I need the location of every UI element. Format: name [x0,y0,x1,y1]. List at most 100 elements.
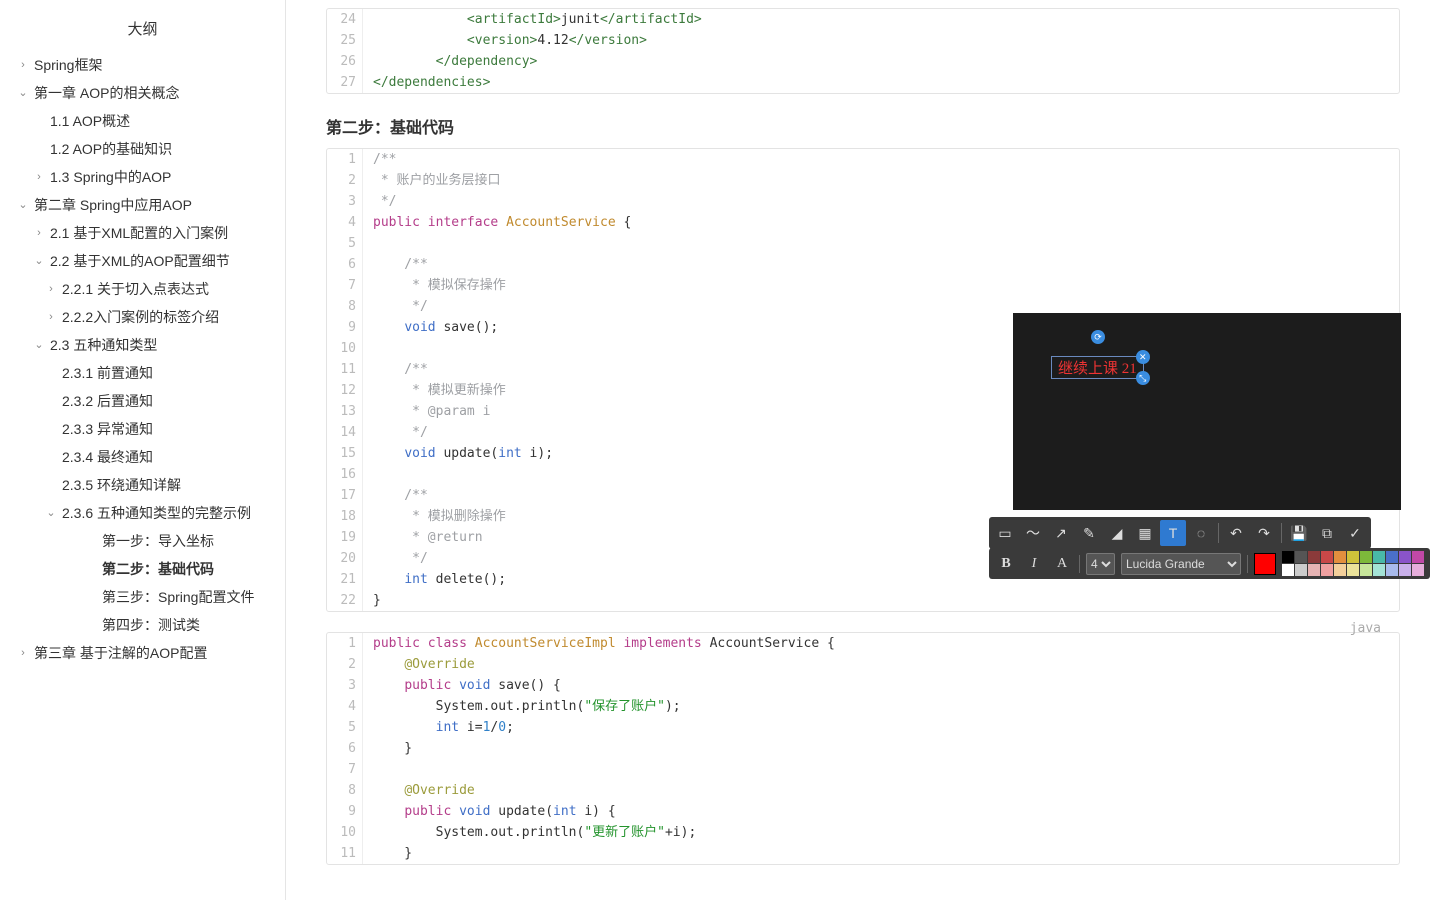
annotation-toolbar: ▭ 〜 ↗ ✎ ◢ ▦ T ◌ ↶ ↷ 💾 ⧉ ✓ [989,517,1371,549]
code-line: } [363,738,1399,759]
save-icon[interactable]: 💾 [1286,520,1312,546]
line-number: 8 [327,296,363,317]
code-line: /** [363,254,1399,275]
color-swatch[interactable] [1321,564,1333,576]
annotation-overlay[interactable]: ⟳ 继续上课 21 ✕ ⤡ [1013,313,1401,510]
color-swatch[interactable] [1386,564,1398,576]
undo-icon[interactable]: ↶ [1223,520,1249,546]
code-line: /** [363,149,1399,170]
chevron-right-icon[interactable]: › [46,303,56,331]
tool-rect-icon[interactable]: ▭ [992,520,1018,546]
sidebar-item-label: 第四步：测试类 [102,611,200,639]
chevron-down-icon[interactable]: ⌄ [18,79,28,107]
color-swatch[interactable] [1282,551,1294,563]
tool-text-icon[interactable]: T [1160,520,1186,546]
color-swatch[interactable] [1412,564,1424,576]
copy-icon[interactable]: ⧉ [1314,520,1340,546]
sidebar-item-label: 2.2.2入门案例的标签介绍 [62,303,219,331]
chevron-down-icon[interactable]: ⌄ [34,247,44,275]
color-swatch[interactable] [1399,564,1411,576]
sidebar-item[interactable]: ⌄2.3.6 五种通知类型的完整示例 [0,499,285,527]
confirm-icon[interactable]: ✓ [1342,520,1368,546]
color-swatch[interactable] [1295,551,1307,563]
code-line: System.out.println("更新了账户"+i); [363,822,1399,843]
sidebar-item[interactable]: ›2.2.2入门案例的标签介绍 [0,303,285,331]
sidebar-item[interactable]: 1.1 AOP概述 [0,107,285,135]
annotation-textbox[interactable]: 继续上课 21 ✕ ⤡ [1051,356,1144,379]
sidebar-item[interactable]: 2.3.3 异常通知 [0,415,285,443]
chevron-right-icon[interactable]: › [46,275,56,303]
close-icon[interactable]: ✕ [1136,350,1150,364]
sidebar-item-label: 第二章 Spring中应用AOP [34,191,192,219]
sidebar-item[interactable]: 2.3.5 环绕通知详解 [0,471,285,499]
color-swatch[interactable] [1308,564,1320,576]
color-swatch[interactable] [1412,551,1424,563]
sidebar-item-label: 1.3 Spring中的AOP [50,163,171,191]
sidebar-item[interactable]: 第一步：导入坐标 [0,527,285,555]
tool-highlighter-icon[interactable]: ◢ [1104,520,1130,546]
redo-icon[interactable]: ↷ [1251,520,1277,546]
sidebar-item[interactable]: ›1.3 Spring中的AOP [0,163,285,191]
color-swatch[interactable] [1334,551,1346,563]
font-style-button[interactable]: A [1051,553,1073,575]
outline-tree: ›Spring框架⌄第一章 AOP的相关概念1.1 AOP概述1.2 AOP的基… [0,51,285,667]
chevron-right-icon[interactable]: › [18,639,28,667]
current-color-swatch[interactable] [1254,553,1276,575]
color-swatch[interactable] [1386,551,1398,563]
color-palette [1282,551,1424,576]
chevron-down-icon[interactable]: ⌄ [18,191,28,219]
tool-pencil-icon[interactable]: ✎ [1076,520,1102,546]
color-swatch[interactable] [1334,564,1346,576]
color-swatch[interactable] [1399,551,1411,563]
code-line: public class AccountServiceImpl implemen… [363,633,1399,654]
resize-handle-icon[interactable]: ⤡ [1136,371,1150,385]
tool-arrow-icon[interactable]: ↗ [1048,520,1074,546]
chevron-right-icon[interactable]: › [34,163,44,191]
color-swatch[interactable] [1347,564,1359,576]
sidebar-item[interactable]: 2.3.4 最终通知 [0,443,285,471]
code-line: @Override [363,654,1399,675]
font-size-select[interactable]: 4 [1086,553,1115,575]
code-block-impl: java 1public class AccountServiceImpl im… [326,632,1400,865]
italic-button[interactable]: I [1023,553,1045,575]
sidebar-item[interactable]: 第四步：测试类 [0,611,285,639]
line-number: 7 [327,275,363,296]
color-swatch[interactable] [1373,551,1385,563]
tool-eraser-icon[interactable]: ◌ [1188,520,1214,546]
color-swatch[interactable] [1347,551,1359,563]
color-swatch[interactable] [1360,564,1372,576]
sidebar-item[interactable]: ⌄第一章 AOP的相关概念 [0,79,285,107]
font-family-select[interactable]: Lucida Grande [1121,553,1241,575]
chevron-down-icon[interactable]: ⌄ [46,499,56,527]
sidebar-item[interactable]: 第三步：Spring配置文件 [0,583,285,611]
sidebar-item[interactable]: ›第三章 基于注解的AOP配置 [0,639,285,667]
chevron-right-icon[interactable]: › [34,219,44,247]
sidebar-item-label: 1.2 AOP的基础知识 [50,135,172,163]
sidebar-item[interactable]: ⌄2.2 基于XML的AOP配置细节 [0,247,285,275]
sidebar-item[interactable]: ⌄第二章 Spring中应用AOP [0,191,285,219]
sidebar-item[interactable]: ›Spring框架 [0,51,285,79]
tool-mosaic-icon[interactable]: ▦ [1132,520,1158,546]
color-swatch[interactable] [1295,564,1307,576]
sidebar-item[interactable]: 2.3.1 前置通知 [0,359,285,387]
color-swatch[interactable] [1308,551,1320,563]
tool-line-icon[interactable]: 〜 [1020,520,1046,546]
sidebar-item[interactable]: ›2.1 基于XML配置的入门案例 [0,219,285,247]
line-number: 4 [327,212,363,233]
code-line: </dependency> [363,51,1399,72]
sidebar-item[interactable]: 第二步：基础代码 [0,555,285,583]
sidebar-item[interactable]: ⌄2.3 五种通知类型 [0,331,285,359]
chevron-down-icon[interactable]: ⌄ [34,331,44,359]
color-swatch[interactable] [1282,564,1294,576]
sidebar-item[interactable]: 2.3.2 后置通知 [0,387,285,415]
chevron-right-icon[interactable]: › [18,51,28,79]
color-swatch[interactable] [1373,564,1385,576]
color-swatch[interactable] [1360,551,1372,563]
code-line [363,233,1399,254]
bold-button[interactable]: B [995,553,1017,575]
sidebar-item[interactable]: 1.2 AOP的基础知识 [0,135,285,163]
rotate-handle-icon[interactable]: ⟳ [1091,330,1105,344]
sidebar-item[interactable]: ›2.2.1 关于切入点表达式 [0,275,285,303]
color-swatch[interactable] [1321,551,1333,563]
toolbar-separator [1247,555,1248,573]
